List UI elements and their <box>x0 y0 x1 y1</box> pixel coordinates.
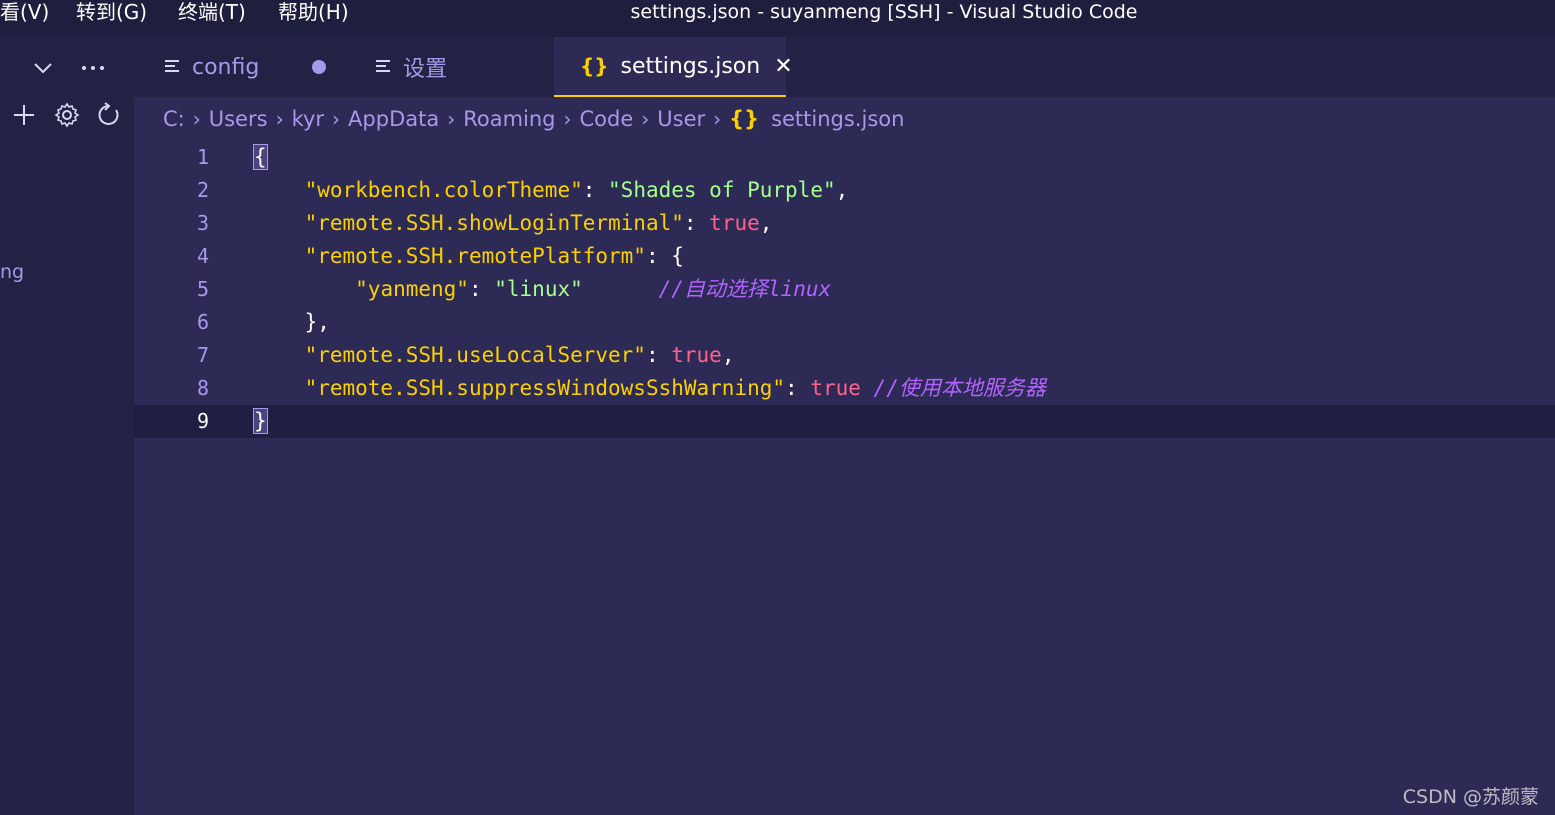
breadcrumb-item[interactable]: Users <box>209 107 268 131</box>
code-line[interactable]: 5 "yanmeng": "linux" //自动选择linux <box>134 273 1555 306</box>
chevron-right-icon: › <box>447 107 456 131</box>
sidebar: ng <box>0 37 134 815</box>
code-line[interactable]: 2 "workbench.colorTheme": "Shades of Pur… <box>134 174 1555 207</box>
code-editor[interactable]: 1 { 2 "workbench.colorTheme": "Shades of… <box>134 141 1555 815</box>
refresh-icon[interactable] <box>92 99 126 131</box>
line-number: 3 <box>196 211 209 235</box>
breadcrumb-item[interactable]: Roaming <box>463 107 555 131</box>
lines-icon <box>375 55 391 79</box>
line-number: 6 <box>196 310 209 334</box>
chevron-right-icon: › <box>641 107 650 131</box>
code-line[interactable]: 8 "remote.SSH.suppressWindowsSshWarning"… <box>134 372 1555 405</box>
lines-icon <box>164 55 180 79</box>
sidebar-truncated-text: ng <box>0 261 25 283</box>
code-text: "remote.SSH.remotePlatform": { <box>304 244 684 268</box>
close-icon[interactable]: ✕ <box>774 54 792 79</box>
tab-label: 设置 <box>403 57 448 82</box>
breadcrumb-item[interactable]: AppData <box>348 107 439 131</box>
title-bar: 看(V) 转到(G) 终端(T) 帮助(H) settings.json - s… <box>0 0 1555 37</box>
json-braces-icon: {} <box>580 54 609 78</box>
tab-settings-json[interactable]: {} settings.json ✕ <box>554 37 793 97</box>
chevron-right-icon: › <box>275 107 284 131</box>
watermark: CSDN @苏颜蒙 <box>1402 786 1539 808</box>
code-text: { <box>253 144 268 170</box>
tab-config[interactable]: config <box>134 37 344 97</box>
breadcrumb-item[interactable]: kyr <box>292 107 324 131</box>
breadcrumb: C: › Users › kyr › AppData › Roaming › C… <box>134 97 1555 141</box>
json-braces-icon: {} <box>729 107 760 131</box>
more-icon[interactable] <box>76 51 110 85</box>
code-line-current[interactable]: 9 } <box>134 405 1555 438</box>
gear-icon[interactable] <box>50 99 84 131</box>
chevron-right-icon: › <box>332 107 341 131</box>
code-line[interactable]: 7 "remote.SSH.useLocalServer": true, <box>134 339 1555 372</box>
plus-icon[interactable] <box>8 99 40 131</box>
tab-settings-ui[interactable]: 设置 <box>345 37 553 97</box>
chevron-right-icon: › <box>563 107 572 131</box>
code-line[interactable]: 3 "remote.SSH.showLoginTerminal": true, <box>134 207 1555 240</box>
line-number: 5 <box>196 277 209 301</box>
breadcrumb-item[interactable]: C: <box>163 107 185 131</box>
code-line[interactable]: 1 { <box>134 141 1555 174</box>
tab-bar: config 设置 {} settings.json ✕ <box>134 37 1555 97</box>
line-number: 2 <box>196 178 209 202</box>
line-number: 9 <box>196 409 209 433</box>
code-text: }, <box>254 310 330 334</box>
chevron-right-icon: › <box>713 107 722 131</box>
window-title: settings.json - suyanmeng [SSH] - Visual… <box>630 1 1138 23</box>
line-number: 7 <box>196 343 209 367</box>
chevron-down-icon[interactable] <box>26 51 60 85</box>
chevron-right-icon: › <box>192 107 201 131</box>
line-number: 8 <box>196 376 209 400</box>
code-text: } <box>253 408 268 434</box>
code-line[interactable]: 6 }, <box>134 306 1555 339</box>
code-text: "remote.SSH.useLocalServer": true, <box>304 343 735 367</box>
breadcrumb-file[interactable]: settings.json <box>771 107 904 131</box>
tab-label: settings.json <box>620 53 761 79</box>
code-text: "remote.SSH.suppressWindowsSshWarning": … <box>304 376 1046 400</box>
tab-label: config <box>192 54 260 80</box>
line-number: 1 <box>196 145 209 169</box>
code-text: "workbench.colorTheme": "Shades of Purpl… <box>304 178 849 202</box>
code-text: "remote.SSH.showLoginTerminal": true, <box>304 211 773 235</box>
code-text: "yanmeng": "linux" //自动选择linux <box>355 277 832 301</box>
line-number: 4 <box>196 244 209 268</box>
breadcrumb-item[interactable]: Code <box>580 107 634 131</box>
modified-dot-icon[interactable] <box>312 60 326 74</box>
breadcrumb-item[interactable]: User <box>657 107 705 131</box>
code-line[interactable]: 4 "remote.SSH.remotePlatform": { <box>134 240 1555 273</box>
